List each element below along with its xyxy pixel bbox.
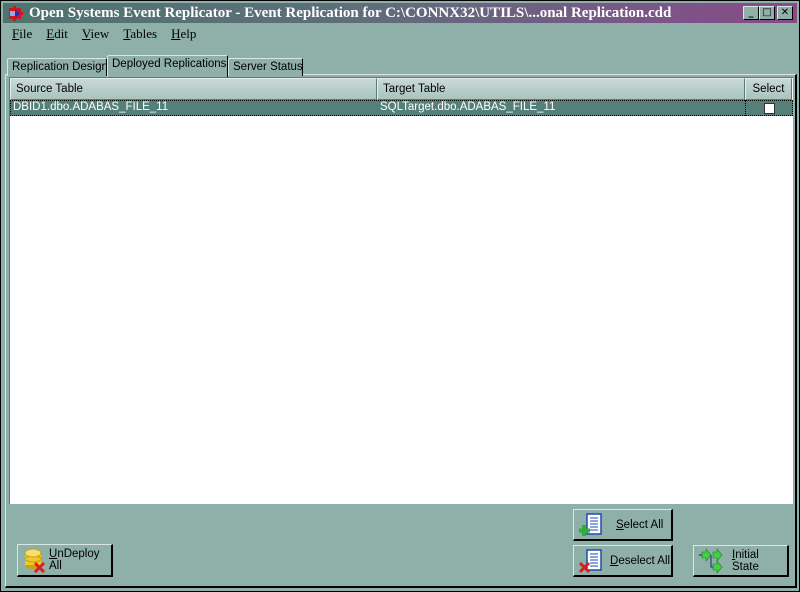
menu-edit[interactable]: Edit [39,25,75,43]
undeploy-all-button[interactable]: UnDeploy All [17,544,113,577]
table-row[interactable]: DBID1.dbo.ADABAS_FILE_11 SQLTarget.dbo.A… [10,100,793,116]
select-checkbox[interactable] [764,102,775,114]
flow-arrows-icon [699,547,723,574]
menu-view-accel: V [81,26,91,41]
close-button[interactable]: ✕ [777,6,793,20]
undeploy-all-text: nDeploy All [49,548,100,572]
menu-tables-label: ables [130,26,158,41]
select-cell[interactable] [745,100,790,116]
app-icon [9,6,23,21]
menu-help-label: elp [180,26,197,41]
initial-state-text: nitial State [732,548,759,573]
select-all-label: Select All [616,519,663,531]
undeploy-all-label: UnDeploy All [49,548,111,572]
select-all-button[interactable]: Select All [573,509,673,541]
grid-header: Source Table Target Table Select [10,78,793,100]
menu-file-label: ile [19,26,33,41]
menu-edit-accel: E [46,26,55,41]
column-header-source-table[interactable]: Source Table [10,78,377,100]
title-bar[interactable]: Open Systems Event Replicator - Event Re… [3,3,797,23]
tab-replication-design[interactable]: Replication Design [7,58,108,76]
menu-tables[interactable]: Tables [116,25,164,43]
menu-view-label: iew [90,26,110,41]
minimize-button[interactable]: _ [743,6,759,20]
initial-state-button[interactable]: Initial State [693,545,789,577]
deselect-all-button[interactable]: Deselect All [573,545,673,577]
menu-file[interactable]: File [5,25,39,43]
menu-edit-label: dit [54,26,68,41]
database-remove-icon [24,548,46,573]
list-add-icon [579,512,602,536]
column-header-select[interactable]: Select [745,78,792,100]
source-table-cell[interactable]: DBID1.dbo.ADABAS_FILE_11 [10,100,377,116]
tab-deployed-replications[interactable]: Deployed Replications [107,55,228,77]
list-remove-icon [579,548,602,573]
menu-view[interactable]: View [75,25,116,43]
initial-state-label: Initial State [732,549,787,573]
target-table-cell[interactable]: SQLTarget.dbo.ADABAS_FILE_11 [377,100,745,116]
replications-grid: Source Table Target Table Select DBID1.d… [9,77,793,504]
maximize-button[interactable]: □ [759,6,775,20]
app-window: Open Systems Event Replicator - Event Re… [0,0,800,592]
window-title: Open Systems Event Replicator - Event Re… [29,5,672,21]
select-all-text: elect All [623,518,664,531]
tab-server-status[interactable]: Server Status [228,58,303,76]
select-all-accel: S [616,518,624,531]
menu-bar: File Edit View Tables Help [5,25,203,43]
deselect-all-label: Deselect All [610,555,670,567]
menu-help[interactable]: Help [164,25,203,43]
column-header-target-table[interactable]: Target Table [377,78,745,100]
deselect-all-text: eselect All [618,554,671,567]
